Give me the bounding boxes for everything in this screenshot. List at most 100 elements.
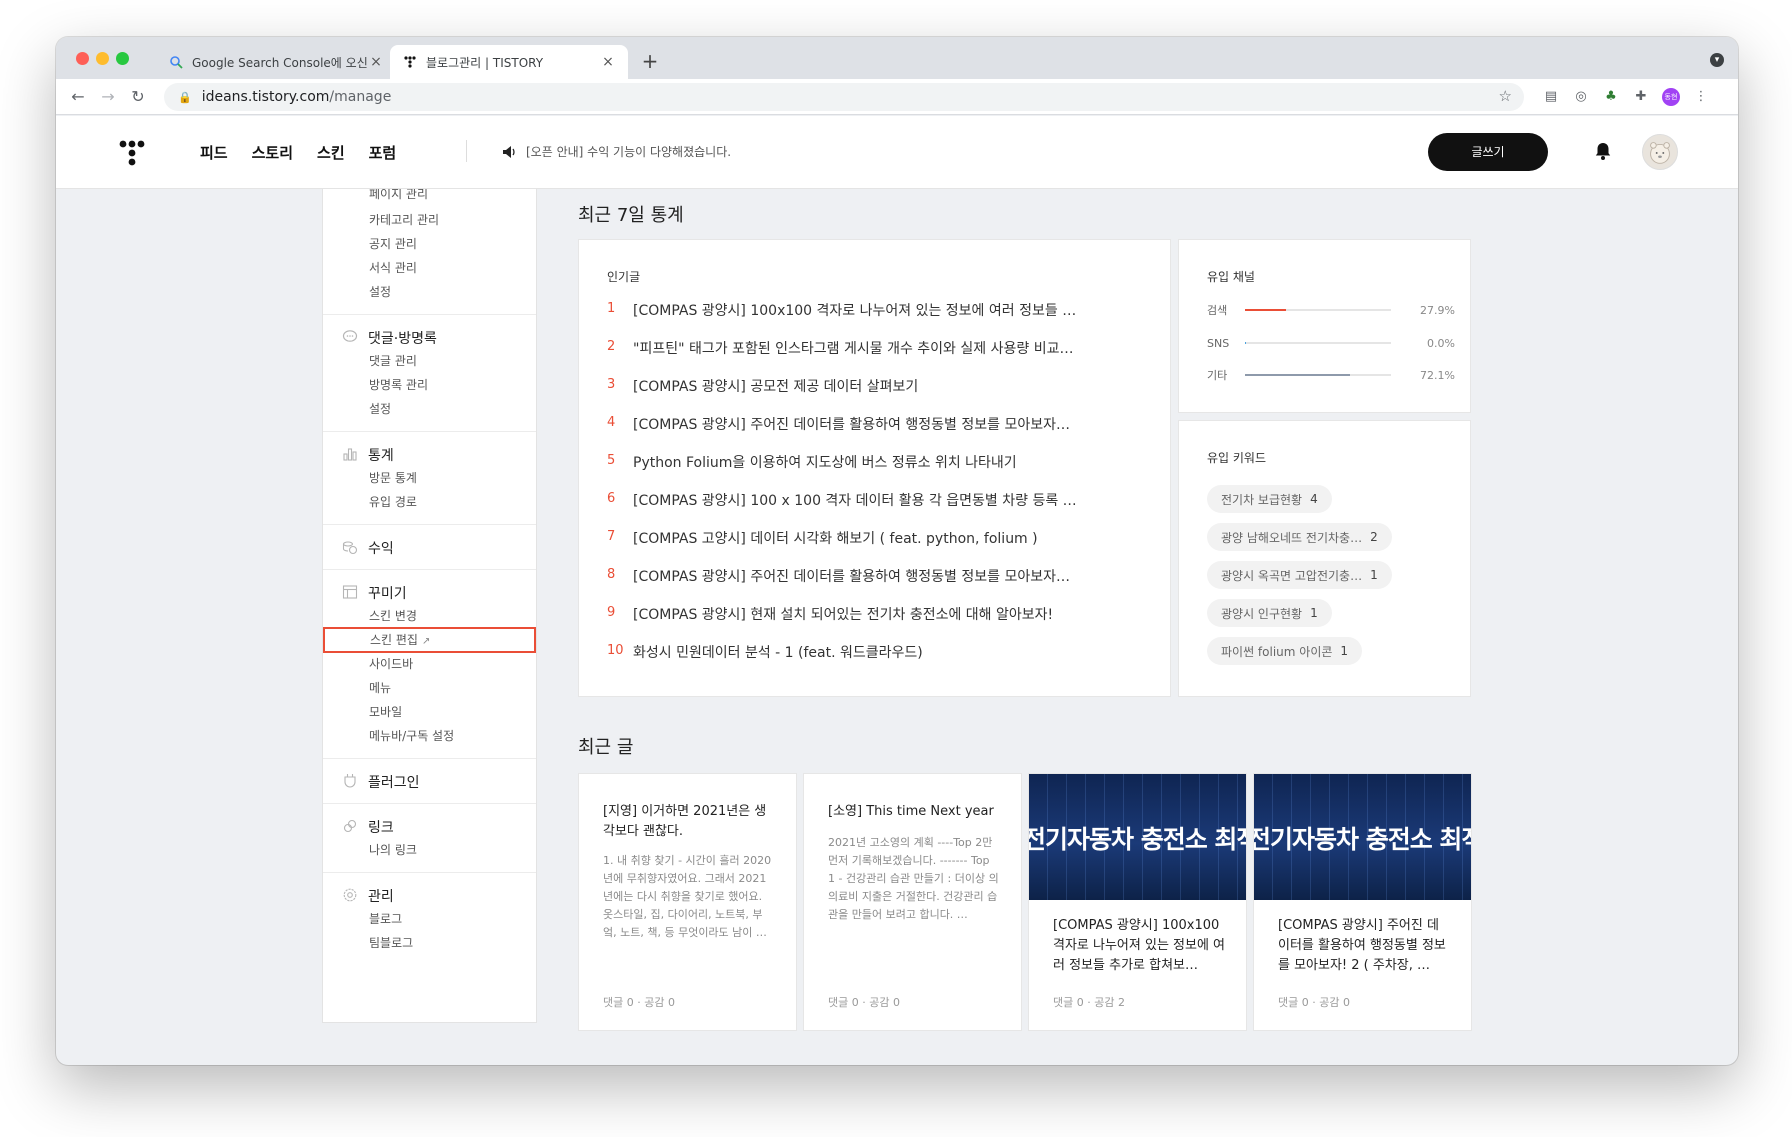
- popular-post-row[interactable]: 8 [COMPAS 광양시] 주어진 데이터를 활용하여 행정동별 정보를 모아보…: [607, 566, 1147, 604]
- reload-icon[interactable]: ↻: [128, 87, 148, 107]
- close-window-button[interactable]: [76, 52, 89, 65]
- sidebar-item-comment-settings[interactable]: 설정: [323, 397, 536, 421]
- nav-feed[interactable]: 피드: [200, 142, 228, 163]
- tistory-logo[interactable]: [116, 136, 148, 168]
- popular-post-row[interactable]: 10 화성시 민원데이터 분석 - 1 (feat. 워드클라우드): [607, 642, 1147, 680]
- keyword-count: 2: [1370, 530, 1378, 544]
- post-excerpt: 2021년 고소영의 계획 ----Top 2만 먼저 기록해보겠습니다. --…: [828, 836, 999, 921]
- write-post-button[interactable]: 글쓰기: [1428, 133, 1548, 171]
- post-title-link[interactable]: Python Folium을 이용하여 지도상에 버스 정류소 위치 나타내기: [633, 452, 1147, 472]
- sidebar-item-my-links[interactable]: 나의 링크: [323, 838, 536, 862]
- new-tab-button[interactable]: +: [638, 49, 662, 73]
- sidebar-head-comments[interactable]: 댓글·방명록: [323, 327, 536, 349]
- extension-compass-icon[interactable]: ◎: [1572, 88, 1590, 106]
- popular-post-row[interactable]: 4 [COMPAS 광양시] 주어진 데이터를 활용하여 행정동별 정보를 모아보…: [607, 414, 1147, 452]
- extension-translate-icon[interactable]: ▤: [1542, 88, 1560, 106]
- menu-kebab-icon[interactable]: ⋮: [1692, 88, 1710, 106]
- bookmark-star-icon[interactable]: ☆: [1499, 87, 1512, 105]
- nav-forum[interactable]: 포럼: [369, 142, 397, 163]
- extensions-puzzle-icon[interactable]: ✚: [1632, 88, 1650, 106]
- popular-post-row[interactable]: 3 [COMPAS 광양시] 공모전 제공 데이터 살펴보기: [607, 376, 1147, 414]
- keyword-chip[interactable]: 광양시 옥곡면 고압전기충… 1: [1207, 561, 1392, 589]
- sidebar-head-admin[interactable]: 관리: [323, 885, 536, 907]
- rank-number: 10: [607, 643, 624, 658]
- post-title-link[interactable]: [COMPAS 광양시] 100 x 100 격자 데이터 활용 각 읍면동별 …: [633, 490, 1147, 510]
- sidebar-item-menu[interactable]: 메뉴: [323, 676, 536, 700]
- nav-skin[interactable]: 스킨: [317, 142, 345, 163]
- layout-icon: [341, 584, 359, 602]
- address-bar[interactable]: 🔒 ideans.tistory.com/manage ☆: [164, 83, 1524, 111]
- nav-story[interactable]: 스토리: [252, 142, 293, 163]
- minimize-window-button[interactable]: [96, 52, 109, 65]
- forward-arrow-icon[interactable]: →: [98, 87, 118, 107]
- sidebar-item-template-manage[interactable]: 서식 관리: [323, 256, 536, 280]
- user-avatar[interactable]: [1642, 134, 1678, 170]
- sidebar-head-revenue[interactable]: 수익: [323, 537, 536, 559]
- sidebar-item-visit-stats[interactable]: 방문 통계: [323, 466, 536, 490]
- post-title-link[interactable]: [COMPAS 광양시] 주어진 데이터를 활용하여 행정동별 정보를 모아보자…: [633, 566, 1147, 586]
- post-title[interactable]: [소영] This time Next year: [828, 802, 1000, 822]
- recent-post-card[interactable]: [지영] 이거하면 2021년은 생각보다 괜찮다. 1. 내 취향 찾기 - …: [578, 773, 797, 1031]
- sidebar-item-category-manage[interactable]: 카테고리 관리: [323, 208, 536, 232]
- keyword-chip[interactable]: 전기차 보급현황 4: [1207, 485, 1332, 513]
- maximize-window-button[interactable]: [116, 52, 129, 65]
- profile-avatar[interactable]: 동현: [1662, 88, 1680, 106]
- sidebar-item-menubar-subscribe[interactable]: 메뉴바/구독 설정: [323, 724, 536, 748]
- channel-name: 기타: [1207, 369, 1228, 382]
- sidebar-group-comments: 댓글·방명록 댓글 관리 방명록 관리 설정: [323, 315, 536, 432]
- post-thumbnail[interactable]: 전기자동차 충전소 최적: [1029, 774, 1246, 900]
- channel-percent: 0.0%: [1427, 336, 1455, 350]
- tab-search-icon[interactable]: ▾: [1710, 53, 1724, 67]
- post-title[interactable]: [COMPAS 광양시] 주어진 데이터를 활용하여 행정동별 정보를 모아보자…: [1278, 916, 1450, 976]
- recent-post-card[interactable]: [소영] This time Next year 2021년 고소영의 계획 -…: [803, 773, 1022, 1031]
- keyword-chip[interactable]: 광양 남해오네뜨 전기차충… 2: [1207, 523, 1392, 551]
- keyword-chip[interactable]: 광양시 인구현황 1: [1207, 599, 1332, 627]
- back-arrow-icon[interactable]: ←: [68, 87, 88, 107]
- sidebar-item-blog[interactable]: 블로그: [323, 907, 536, 931]
- tab-title: Google Search Console에 오신: [192, 55, 368, 70]
- extension-leaf-icon[interactable]: ♣: [1602, 88, 1620, 106]
- post-title-link[interactable]: [COMPAS 광양시] 100x100 격자로 나누어져 있는 정보에 여러 …: [633, 300, 1147, 320]
- post-title-link[interactable]: [COMPAS 고양시] 데이터 시각화 해보기 ( feat. python,…: [633, 528, 1147, 548]
- close-icon[interactable]: ×: [368, 54, 384, 70]
- post-title-link[interactable]: [COMPAS 광양시] 주어진 데이터를 활용하여 행정동별 정보를 모아보자…: [633, 414, 1147, 434]
- channel-label: 유입 채널: [1207, 270, 1255, 284]
- post-title-link[interactable]: 화성시 민원데이터 분석 - 1 (feat. 워드클라우드): [633, 642, 1147, 662]
- post-title-link[interactable]: "피프틴" 태그가 포함된 인스타그램 게시물 개수 추이와 실제 사용량 비교…: [633, 338, 1147, 358]
- popular-post-row[interactable]: 6 [COMPAS 광양시] 100 x 100 격자 데이터 활용 각 읍면동별…: [607, 490, 1147, 528]
- post-title-link[interactable]: [COMPAS 광양시] 현재 설치 되어있는 전기차 충전소에 대해 알아보자…: [633, 604, 1147, 624]
- sidebar-item-mobile[interactable]: 모바일: [323, 700, 536, 724]
- sidebar-item-guestbook-manage[interactable]: 방명록 관리: [323, 373, 536, 397]
- sidebar-item-skin-edit[interactable]: 스킨 편집 ↗: [323, 627, 536, 653]
- sidebar-item-notice-manage[interactable]: 공지 관리: [323, 232, 536, 256]
- sidebar-item-sidebar[interactable]: 사이드바: [323, 652, 536, 676]
- sidebar-head-decorate[interactable]: 꾸미기: [323, 582, 536, 604]
- manage-sidebar: 페이지 관리 카테고리 관리 공지 관리 서식 관리 설정 댓글·방명록 댓글 …: [322, 189, 537, 1023]
- notice-banner[interactable]: [오픈 안내] 수익 기능이 다양해졌습니다.: [502, 143, 731, 160]
- post-title-link[interactable]: [COMPAS 광양시] 공모전 제공 데이터 살펴보기: [633, 376, 1147, 396]
- tab-google-search-console[interactable]: Google Search Console에 오신 ×: [156, 45, 396, 79]
- close-icon[interactable]: ×: [600, 54, 616, 70]
- recent-post-card[interactable]: 전기자동차 충전소 최적 [COMPAS 광양시] 주어진 데이터를 활용하여 …: [1253, 773, 1472, 1031]
- post-thumbnail[interactable]: 전기자동차 충전소 최적: [1254, 774, 1471, 900]
- recent-post-card[interactable]: 전기자동차 충전소 최적 [COMPAS 광양시] 100x100 격자로 나누…: [1028, 773, 1247, 1031]
- sidebar-item-content-settings[interactable]: 설정: [323, 280, 536, 304]
- sidebar-item-referrer[interactable]: 유입 경로: [323, 490, 536, 514]
- sidebar-head-stats[interactable]: 통계: [323, 444, 536, 466]
- popular-post-row[interactable]: 1 [COMPAS 광양시] 100x100 격자로 나누어져 있는 정보에 여러…: [607, 300, 1147, 338]
- sidebar-item-team-blog[interactable]: 팀블로그: [323, 931, 536, 955]
- bell-icon[interactable]: [1592, 140, 1614, 162]
- sidebar-item-skin-change[interactable]: 스킨 변경: [323, 604, 536, 628]
- popular-post-row[interactable]: 5 Python Folium을 이용하여 지도상에 버스 정류소 위치 나타내기: [607, 452, 1147, 490]
- sidebar-item-page-manage[interactable]: 페이지 관리: [323, 189, 536, 208]
- keyword-chip[interactable]: 파이썬 folium 아이콘 1: [1207, 637, 1363, 665]
- tab-tistory-manage[interactable]: 블로그관리 | TISTORY ×: [390, 45, 628, 79]
- popular-post-row[interactable]: 7 [COMPAS 고양시] 데이터 시각화 해보기 ( feat. python…: [607, 528, 1147, 566]
- sidebar-item-comment-manage[interactable]: 댓글 관리: [323, 349, 536, 373]
- post-title[interactable]: [COMPAS 광양시] 100x100 격자로 나누어져 있는 정보에 여러 …: [1053, 916, 1225, 976]
- sidebar-head-plugin[interactable]: 플러그인: [323, 771, 536, 793]
- popular-post-row[interactable]: 9 [COMPAS 광양시] 현재 설치 되어있는 전기차 충전소에 대해 알아보…: [607, 604, 1147, 642]
- popular-post-row[interactable]: 2 "피프틴" 태그가 포함된 인스타그램 게시물 개수 추이와 실제 사용량 비…: [607, 338, 1147, 376]
- sidebar-head-link[interactable]: 링크: [323, 816, 536, 838]
- post-title[interactable]: [지영] 이거하면 2021년은 생각보다 괜찮다.: [603, 802, 775, 842]
